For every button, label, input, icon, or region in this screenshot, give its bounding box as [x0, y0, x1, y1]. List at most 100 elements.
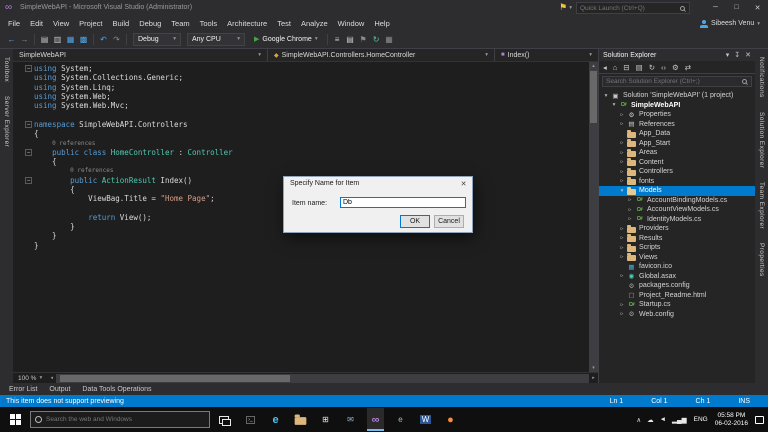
item-name-input[interactable]	[340, 197, 466, 208]
panel-tab-data-tools-operations[interactable]: Data Tools Operations	[76, 386, 157, 393]
tree-item-references[interactable]: ▹ ▤ References	[599, 120, 755, 130]
chevron-right-icon[interactable]: ▹	[626, 207, 634, 213]
tree-item-properties[interactable]: ▹ ⚙ Properties	[599, 110, 755, 120]
code-line[interactable]: − namespace SimpleWebAPI.Controllers	[13, 120, 589, 129]
menu-project[interactable]: Project	[74, 19, 107, 28]
chevron-right-icon[interactable]: ▹	[618, 150, 626, 156]
chevron-right-icon[interactable]: ▹	[626, 197, 634, 203]
tree-item-content[interactable]: ▹ Content	[599, 158, 755, 168]
tree-item-identitymodels-cs[interactable]: ▹ C# IdentityModels.cs	[599, 215, 755, 225]
tree-item-areas[interactable]: ▹ Areas	[599, 148, 755, 158]
sync-icon[interactable]: ↻	[370, 35, 383, 44]
zoom-control[interactable]: 100 % ▾	[13, 375, 47, 382]
refresh-icon[interactable]: ↻	[649, 63, 655, 72]
ie-icon[interactable]: e	[392, 408, 409, 431]
undo-icon[interactable]: ↶	[97, 35, 110, 44]
code-line[interactable]: using System.Linq;	[13, 83, 589, 92]
save-all-icon[interactable]: ▩	[77, 35, 90, 44]
onedrive-icon[interactable]: ☁	[647, 416, 654, 424]
chevron-right-icon[interactable]: ▹	[618, 245, 626, 251]
tab-toolbox[interactable]: Toolbox	[3, 57, 10, 82]
tree-item-fonts[interactable]: ▹ fonts	[599, 177, 755, 187]
code-line[interactable]: using System.Web.Mvc;	[13, 101, 589, 110]
menu-tools[interactable]: Tools	[195, 19, 223, 28]
edge-icon[interactable]: e	[267, 408, 284, 431]
file-explorer-icon[interactable]	[292, 408, 309, 431]
tree-item-global-asax[interactable]: ▹ ◉ Global.asax	[599, 272, 755, 282]
chevron-right-icon[interactable]: ▹	[618, 112, 626, 118]
menu-architecture[interactable]: Architecture	[222, 19, 272, 28]
open-file-icon[interactable]: ▥	[51, 35, 64, 44]
close-icon[interactable]: ✕	[745, 51, 751, 59]
menu-edit[interactable]: Edit	[25, 19, 48, 28]
scroll-down-icon[interactable]: ▾	[589, 365, 598, 371]
minimize-button[interactable]: ─	[705, 0, 726, 15]
tab-team-explorer[interactable]: Team Explorer	[758, 182, 765, 229]
volume-icon[interactable]: ◄	[660, 416, 666, 423]
code-line[interactable]: − public class HomeController : Controll…	[13, 148, 589, 157]
chevron-right-icon[interactable]: ▹	[618, 235, 626, 241]
start-button[interactable]	[0, 407, 30, 432]
fold-collapse-icon[interactable]: −	[25, 65, 32, 73]
code-line[interactable]: 0 references	[13, 138, 589, 147]
codelens-references[interactable]: 0 references	[70, 167, 113, 174]
tab-server-explorer[interactable]: Server Explorer	[3, 96, 10, 147]
type-dropdown[interactable]: ◆ SimpleWebAPI.Controllers.HomeControlle…	[268, 49, 495, 61]
chevron-right-icon[interactable]: ▹	[618, 140, 626, 146]
visual-studio-icon[interactable]: ∞	[367, 408, 384, 431]
command-prompt-icon[interactable]: ›_	[242, 408, 259, 431]
chevron-right-icon[interactable]: ▹	[618, 311, 626, 317]
chevron-right-icon[interactable]: ▹	[626, 216, 634, 222]
title-bar[interactable]: ∞ SimpleWebAPI - Microsoft Visual Studio…	[0, 0, 768, 17]
collapse-all-icon[interactable]: ⊟	[623, 63, 629, 72]
clock[interactable]: 05:58 PM 06-02-2016	[715, 412, 748, 428]
scrollbar-thumb[interactable]	[590, 71, 597, 123]
code-line[interactable]: − using System;	[13, 64, 589, 73]
tree-item-packages-config[interactable]: ⚙ packages.config	[599, 281, 755, 291]
dialog-close-button[interactable]: ✕	[455, 180, 472, 188]
menu-window[interactable]: Window	[333, 19, 370, 28]
notification-flag-icon[interactable]: ⚑ ▾	[559, 2, 572, 13]
task-view-button[interactable]	[219, 415, 231, 426]
close-button[interactable]: ✕	[747, 0, 768, 15]
code-line[interactable]: {	[13, 129, 589, 138]
language-indicator[interactable]: ENG	[694, 416, 708, 423]
vertical-scrollbar[interactable]: ▴ ▾	[589, 62, 598, 372]
firefox-icon[interactable]: ●	[442, 408, 459, 431]
home-icon[interactable]: ⌂	[613, 63, 618, 72]
tray-expand-icon[interactable]: ∧	[636, 416, 641, 424]
word-icon[interactable]: W	[417, 408, 434, 431]
action-center-icon[interactable]	[755, 415, 764, 424]
chevron-down-icon[interactable]: ▾	[618, 188, 626, 194]
solution-search[interactable]	[602, 76, 752, 87]
chevron-right-icon[interactable]: ▹	[618, 121, 626, 127]
tree-item-results[interactable]: ▹ Results	[599, 234, 755, 244]
navigate-forward-icon[interactable]: →	[18, 35, 31, 44]
quick-launch-input[interactable]	[577, 4, 680, 12]
tree-item-views[interactable]: ▹ Views	[599, 253, 755, 263]
tree-item-scripts[interactable]: ▹ Scripts	[599, 243, 755, 253]
codelens-references[interactable]: 0 references	[52, 140, 95, 147]
scrollbar-thumb[interactable]	[60, 374, 291, 382]
dialog-title-bar[interactable]: Specify Name for Item ✕	[284, 177, 472, 190]
code-line[interactable]: using System.Web;	[13, 92, 589, 101]
find-in-files-icon[interactable]: ≡	[331, 35, 344, 44]
tree-item-startup-cs[interactable]: ▹ C# Startup.cs	[599, 300, 755, 310]
fold-collapse-icon[interactable]: −	[25, 148, 32, 156]
tree-item-models[interactable]: ▾ Models	[599, 186, 755, 196]
view-code-icon[interactable]: ‹›	[661, 63, 666, 72]
tree-item-app-start[interactable]: ▹ App_Start	[599, 139, 755, 149]
extensions-icon[interactable]: ▦	[383, 35, 396, 44]
sync-with-active-document-icon[interactable]: ⇄	[685, 63, 691, 72]
chevron-down-icon[interactable]: ▾	[610, 102, 618, 108]
chevron-right-icon[interactable]: ▹	[618, 159, 626, 165]
save-icon[interactable]: ▦	[64, 35, 77, 44]
scroll-up-icon[interactable]: ▴	[589, 63, 598, 69]
start-debugging-button[interactable]: ▶ Google Chrome ▾	[248, 35, 324, 44]
tree-item-web-config[interactable]: ▹ ⚙ Web.config	[599, 310, 755, 320]
code-line[interactable]	[13, 110, 589, 119]
menu-debug[interactable]: Debug	[134, 19, 166, 28]
code-line[interactable]: 0 references	[13, 166, 589, 175]
menu-file[interactable]: File	[3, 19, 25, 28]
tab-properties[interactable]: Properties	[758, 243, 765, 277]
